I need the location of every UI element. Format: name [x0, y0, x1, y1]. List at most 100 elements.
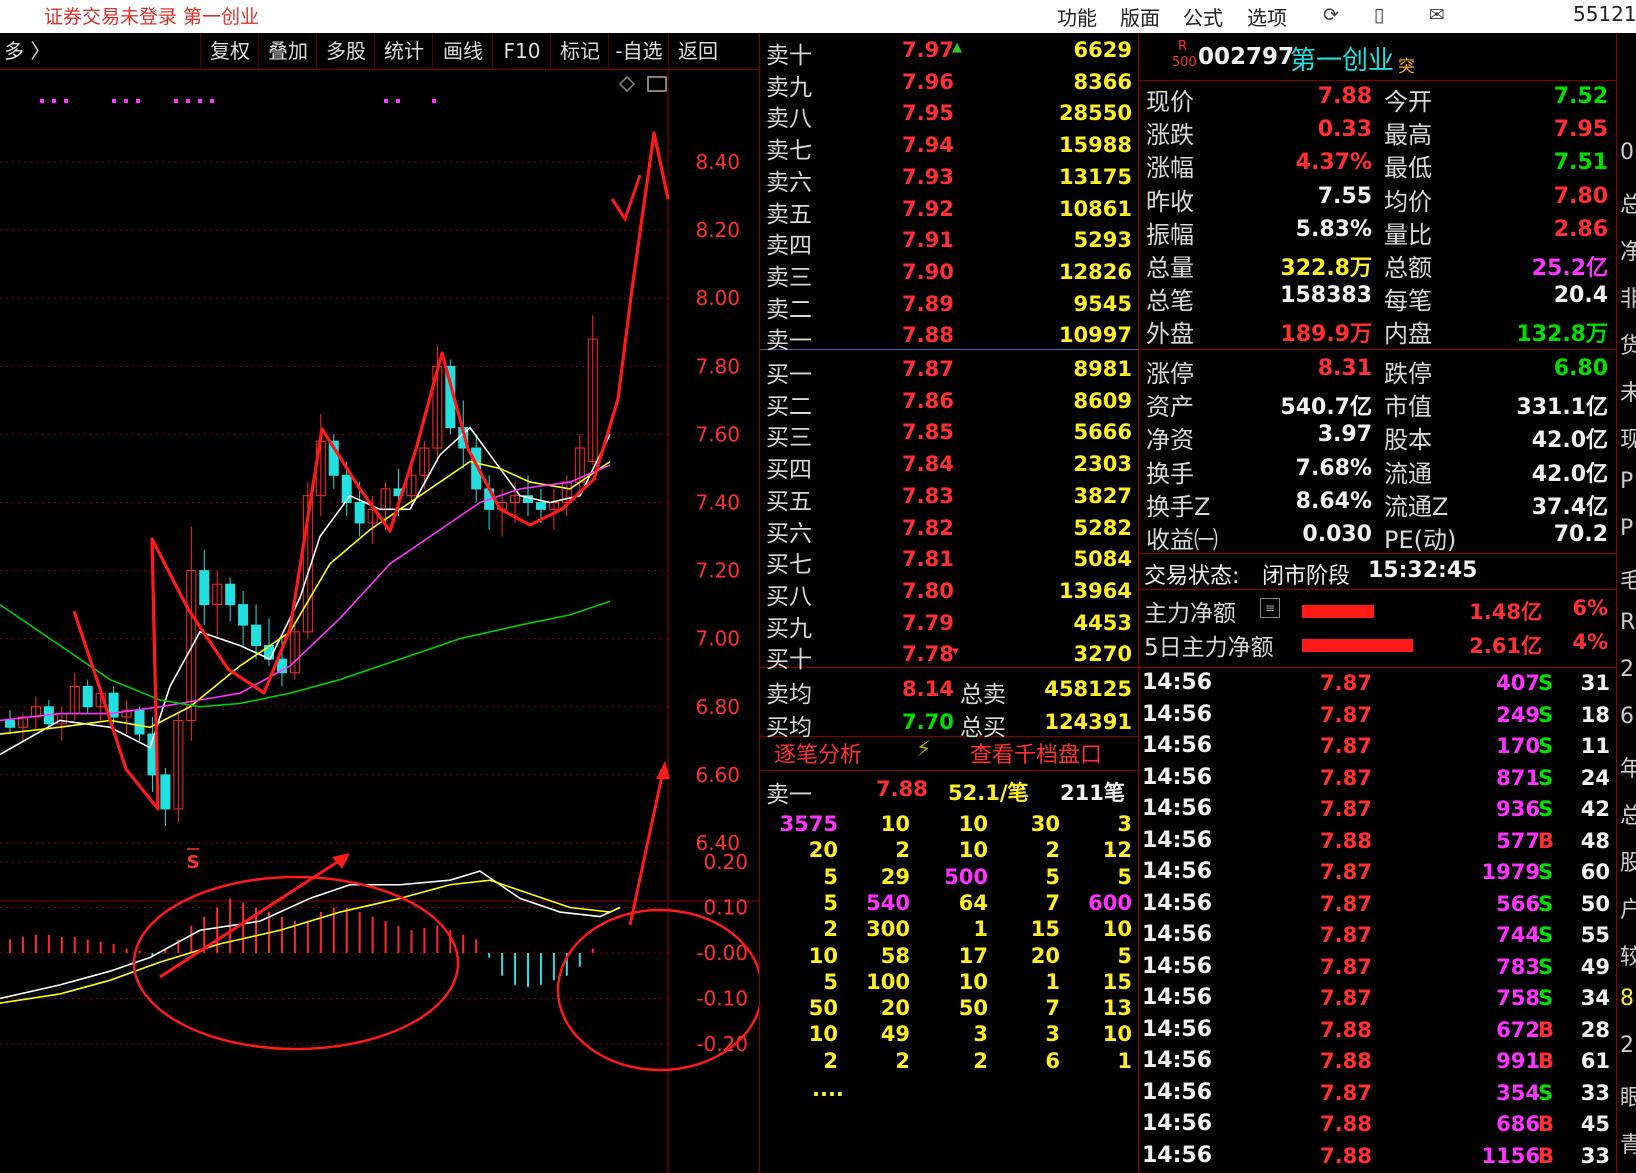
quote-value-a: 189.9万: [1280, 322, 1372, 348]
edge-glyph: 青: [1620, 1133, 1636, 1158]
trade-side: S: [1538, 734, 1554, 758]
multi-period-selector[interactable]: 多 〉: [4, 33, 50, 69]
marker-dot: [384, 99, 388, 103]
trade-time: 14:56: [1142, 1142, 1213, 1168]
toolbar-button-6[interactable]: 标记: [550, 33, 609, 69]
flow-pct: 4%: [1572, 630, 1608, 654]
bid-3-volume: 5666: [1073, 420, 1132, 445]
trade-count: 42: [1580, 797, 1610, 821]
phone-icon[interactable]: ▯: [1368, 4, 1390, 26]
trade-count: 49: [1580, 954, 1610, 979]
quote-divider-mid: [1139, 349, 1616, 350]
arrow-line-left: [159, 857, 343, 979]
window-title: 证券交易未登录 第一创业: [44, 6, 260, 28]
trade-volume: 249: [1496, 702, 1540, 727]
menu-layout[interactable]: 版面: [1120, 2, 1160, 31]
flow-divider: [1139, 589, 1616, 590]
quote-label-b: 最高: [1384, 121, 1432, 150]
trade-time: 14:56: [1142, 985, 1213, 1010]
edge-glyph: 总: [1620, 804, 1636, 829]
trade-volume: 407: [1496, 671, 1540, 695]
list-icon[interactable]: ≡: [1260, 598, 1280, 618]
toolbar-button-8[interactable]: 返回: [668, 33, 727, 69]
ask-7-price: 7.94: [902, 133, 954, 158]
menu-options[interactable]: 选项: [1247, 2, 1287, 31]
ask-4-label: 卖四: [766, 233, 812, 260]
ask-7-volume: 15988: [1058, 133, 1132, 158]
macd-tick-label: 0.20: [703, 850, 748, 874]
trade-volume: 577: [1496, 828, 1540, 853]
candle-body: [251, 624, 262, 647]
flow-value: 1.48亿: [1469, 600, 1542, 624]
toolbar-button-7[interactable]: -自选: [608, 33, 669, 69]
ask-9-price: 7.96: [902, 69, 954, 94]
toolbar-button-2[interactable]: 多股: [316, 33, 375, 69]
ask-6-label: 卖六: [766, 169, 812, 196]
trade-status-value: 闭市阶段: [1262, 564, 1351, 589]
macd-tick-label: 0.10: [703, 896, 748, 920]
trades-divider: [1139, 667, 1616, 668]
quote-value-b: 7.95: [1553, 117, 1608, 143]
ask-8-label: 卖八: [766, 106, 812, 133]
trade-volume: 1156: [1481, 1143, 1540, 1168]
candle-body: [199, 570, 210, 606]
trade-count: 31: [1580, 671, 1610, 695]
quote-label-a: 外盘: [1146, 320, 1194, 349]
tick-cell: 49: [880, 1022, 910, 1047]
trade-price: 7.87: [1320, 986, 1372, 1010]
candle-body: [225, 583, 236, 606]
trade-time: 14:56: [1142, 859, 1213, 884]
trade-price: 7.87: [1320, 765, 1372, 790]
trade-status-time: 15:32:45: [1368, 558, 1478, 583]
ask-2-label: 卖二: [766, 296, 812, 323]
toolbar-button-4[interactable]: 画线: [432, 33, 493, 69]
bid-10-mark: ▾: [952, 644, 959, 660]
toolbar-button-0[interactable]: 复权: [200, 33, 259, 69]
price-tick-label: 7.40: [695, 491, 740, 515]
edge-glyph: 净: [1620, 240, 1636, 265]
trade-time: 14:56: [1142, 701, 1213, 727]
tick-cell: 13: [1102, 996, 1132, 1021]
toolbar-button-3[interactable]: 统计: [374, 33, 433, 69]
fundamentals-label-a: 涨停: [1146, 360, 1194, 388]
kline-chart[interactable]: 8.40 8.20 8.00 7.80 7.60 7.40 7.20 7.00 6.80 6.60…: [0, 69, 760, 1173]
trade-price: 7.87: [1320, 702, 1372, 727]
bid-ask-divider: [760, 349, 1138, 350]
candle-body: [238, 604, 249, 626]
toolbar-button-1[interactable]: 叠加: [258, 33, 317, 69]
trade-count: 11: [1580, 734, 1610, 758]
fundamentals-value-b: 37.4亿: [1531, 494, 1608, 520]
ask-10-label: 卖十: [766, 43, 812, 69]
ma20-line: [0, 464, 611, 722]
trade-side: S: [1538, 1080, 1554, 1105]
marker-dot: [186, 99, 190, 103]
tick-cell: 10: [880, 812, 910, 836]
flow-label: 5日主力净额: [1144, 635, 1274, 661]
arrow-head-left: [332, 853, 350, 869]
tick-ask1-label: 卖一: [766, 782, 812, 808]
edge-glyph: 总: [1620, 193, 1636, 218]
toolbar-button-5[interactable]: F10: [492, 33, 551, 69]
lightning-icon[interactable]: ⚡: [916, 737, 931, 762]
candle-body: [341, 474, 352, 504]
marker-dot: [64, 99, 68, 103]
menu-function[interactable]: 功能: [1057, 2, 1097, 31]
trade-time: 14:56: [1142, 733, 1213, 758]
trade-side: S: [1538, 954, 1554, 979]
trade-time: 14:56: [1142, 827, 1213, 853]
marker-dot: [210, 99, 214, 103]
bid-2-label: 买二: [766, 393, 812, 420]
mail-icon[interactable]: ✉: [1426, 4, 1448, 26]
quote-value-b: 20.4: [1553, 283, 1608, 309]
total-label-0: 总卖: [960, 682, 1006, 708]
trade-price: 7.88: [1320, 1017, 1372, 1042]
ask-3-volume: 12826: [1058, 259, 1132, 284]
tick-cell: 12: [1102, 838, 1132, 863]
quote-label-b: 量比: [1384, 220, 1432, 249]
menu-formula[interactable]: 公式: [1183, 2, 1223, 31]
ask-3-label: 卖三: [766, 264, 812, 291]
hand-drawn-annotations: [72, 131, 760, 1072]
refresh-icon[interactable]: ⟳: [1320, 4, 1342, 26]
edge-glyph: 毛: [1620, 569, 1636, 594]
fundamentals-label-b: 市值: [1384, 393, 1432, 422]
